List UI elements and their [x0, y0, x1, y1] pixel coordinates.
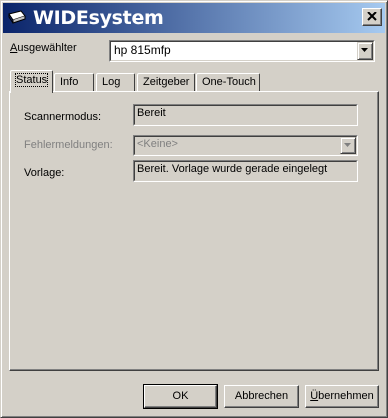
errors-label: Fehlermeldungen:	[24, 139, 113, 151]
window-title: WIDEsystem	[33, 7, 164, 29]
chevron-down-icon	[344, 143, 351, 147]
apply-button[interactable]: Übernehmen	[305, 385, 379, 408]
tab-log[interactable]: Log	[96, 73, 135, 91]
scanner-mode-field: Bereit	[133, 104, 358, 126]
scanner-select-value: hp 815mfp	[114, 43, 171, 57]
template-field: Bereit. Vorlage wurde gerade eingelegt	[133, 160, 358, 182]
title-bar[interactable]: WIDEsystem	[3, 3, 385, 33]
tab-status[interactable]: Status	[10, 70, 53, 93]
close-icon	[367, 12, 377, 21]
tab-info[interactable]: Info	[54, 73, 94, 91]
scanner-select[interactable]: hp 815mfp	[109, 40, 375, 62]
template-label: Vorlage:	[24, 167, 65, 179]
ok-button[interactable]: OK	[143, 384, 218, 409]
scanner-icon	[8, 10, 26, 24]
errors-select-value: <Keine>	[137, 138, 178, 150]
tab-one-touch[interactable]: One-Touch	[196, 73, 260, 91]
cancel-button[interactable]: Abbrechen	[224, 385, 299, 408]
tab-zeitgeber[interactable]: Zeitgeber	[137, 73, 195, 91]
scanner-mode-label: Scannermodus:	[24, 111, 102, 123]
scanner-mode-value: Bereit	[137, 107, 166, 119]
errors-select: <Keine>	[133, 135, 358, 156]
selector-label: Ausgewählter	[10, 42, 77, 54]
close-button[interactable]	[362, 8, 382, 26]
template-value: Bereit. Vorlage wurde gerade eingelegt	[137, 163, 328, 175]
scanner-select-dropdown-button[interactable]	[357, 42, 373, 60]
dialog-window: WIDEsystem Ausgewählter hp 815mfp Status…	[0, 0, 388, 418]
status-tab-panel	[9, 91, 379, 371]
errors-select-dropdown-button	[340, 137, 356, 154]
chevron-down-icon	[361, 48, 368, 52]
